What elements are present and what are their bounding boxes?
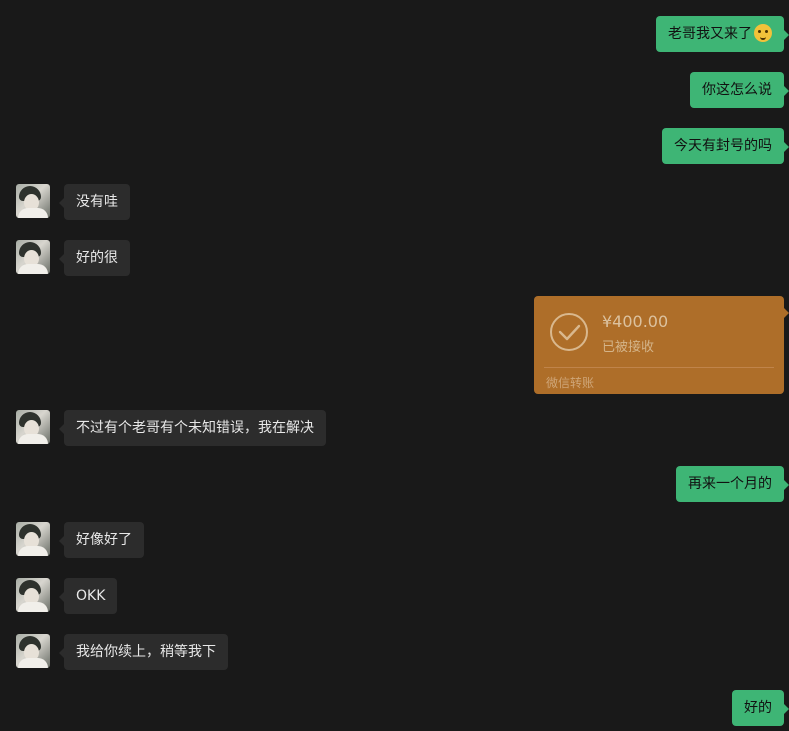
message-row-outgoing: 今天有封号的吗 <box>0 128 789 164</box>
outgoing-message-bubble[interactable]: 你这怎么说 <box>690 72 789 108</box>
avatar-body-shape <box>18 264 48 274</box>
contact-avatar[interactable] <box>16 522 50 556</box>
avatar-body-shape <box>18 546 48 556</box>
message-row-outgoing: 老哥我又来了 <box>0 16 789 52</box>
message-row-outgoing: 好的 <box>0 690 789 726</box>
message-text: 今天有封号的吗 <box>674 138 772 154</box>
message-text: 好像好了 <box>76 532 132 548</box>
outgoing-message-bubble[interactable]: 再来一个月的 <box>676 466 789 502</box>
contact-avatar[interactable] <box>16 240 50 274</box>
incoming-message-bubble[interactable]: 不过有个老哥有个未知错误，我在解决 <box>59 410 326 446</box>
contact-avatar[interactable] <box>16 634 50 668</box>
message-row-incoming: 我给你续上，稍等我下 <box>0 634 789 670</box>
message-row-incoming: 好像好了 <box>0 522 789 558</box>
message-text: 好的很 <box>76 250 118 266</box>
transfer-footer-label: 微信转账 <box>546 376 595 390</box>
message-row-outgoing: 再来一个月的 <box>0 466 789 502</box>
message-text: 好的 <box>744 700 772 716</box>
transfer-divider <box>544 367 774 368</box>
avatar-body-shape <box>18 208 48 218</box>
avatar-body-shape <box>18 602 48 612</box>
contact-avatar[interactable] <box>16 184 50 218</box>
message-text: 你这怎么说 <box>702 82 772 98</box>
chat-message-list[interactable]: 老哥我又来了 你这怎么说 今天有封号的吗 没有哇 好的很 ¥400.00 已被接… <box>0 0 789 731</box>
avatar-body-shape <box>18 658 48 668</box>
message-text: 再来一个月的 <box>688 476 772 492</box>
contact-avatar[interactable] <box>16 578 50 612</box>
message-text: 我给你续上，稍等我下 <box>76 644 216 660</box>
transfer-amount: ¥400.00 <box>602 312 669 331</box>
cat-face-emoji-icon <box>754 24 772 42</box>
outgoing-message-bubble[interactable]: 今天有封号的吗 <box>662 128 789 164</box>
outgoing-message-bubble[interactable]: 老哥我又来了 <box>656 16 789 52</box>
message-row-incoming: 没有哇 <box>0 184 789 220</box>
incoming-message-bubble[interactable]: 没有哇 <box>59 184 130 220</box>
avatar-body-shape <box>18 434 48 444</box>
incoming-message-bubble[interactable]: OKK <box>58 578 118 614</box>
message-row-incoming: OKK <box>0 578 789 614</box>
contact-avatar[interactable] <box>16 410 50 444</box>
incoming-message-bubble[interactable]: 好像好了 <box>59 522 144 558</box>
message-text: 不过有个老哥有个未知错误，我在解决 <box>76 420 314 436</box>
message-text: OKK <box>76 588 106 604</box>
transfer-status: 已被接收 <box>602 340 655 355</box>
transfer-card[interactable]: ¥400.00 已被接收 微信转账 <box>534 296 789 394</box>
incoming-message-bubble[interactable]: 我给你续上，稍等我下 <box>59 634 228 670</box>
outgoing-message-bubble[interactable]: 好的 <box>732 690 789 726</box>
message-row-incoming: 不过有个老哥有个未知错误，我在解决 <box>0 410 789 446</box>
check-circle-icon <box>550 313 588 351</box>
message-text: 没有哇 <box>76 194 118 210</box>
message-text: 老哥我又来了 <box>668 26 752 42</box>
incoming-message-bubble[interactable]: 好的很 <box>59 240 130 276</box>
message-row-incoming: 好的很 <box>0 240 789 276</box>
message-row-outgoing: 你这怎么说 <box>0 72 789 108</box>
